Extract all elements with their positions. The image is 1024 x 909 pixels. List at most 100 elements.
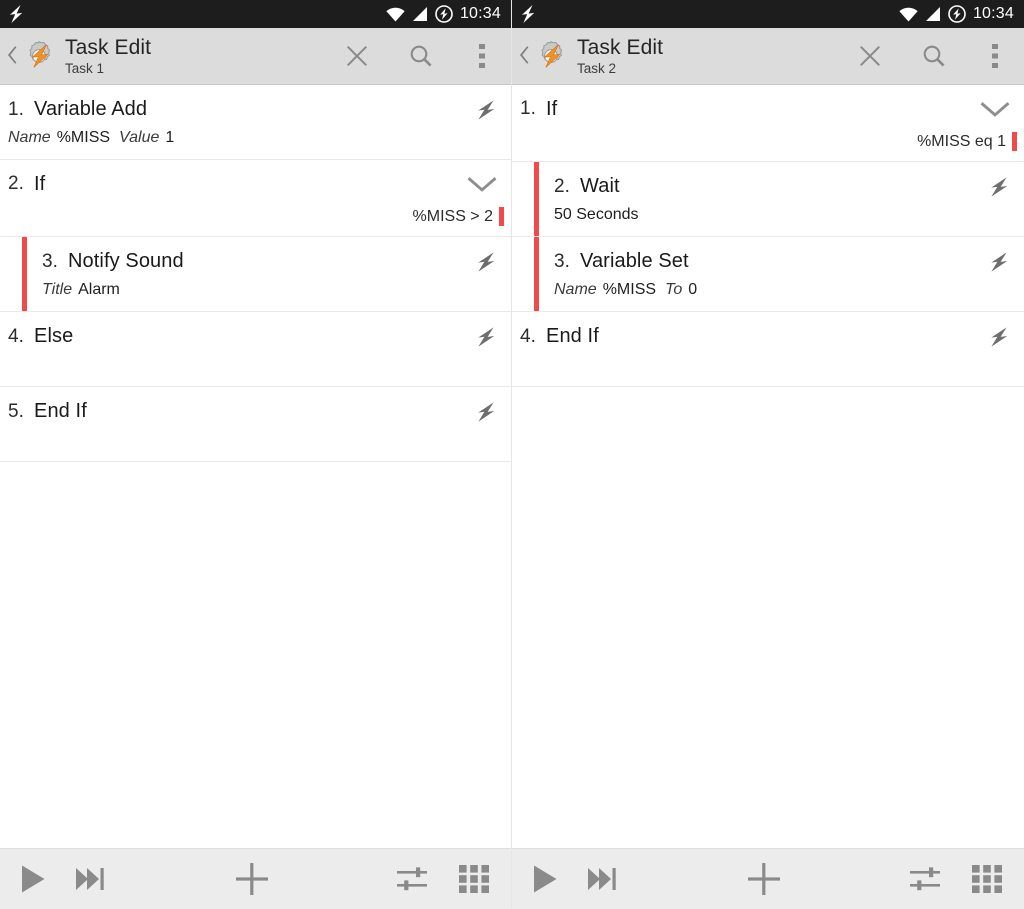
action-row-right-icon[interactable] <box>475 326 497 348</box>
page-subtitle: Task 1 <box>65 60 105 76</box>
action-row[interactable]: 4. Else <box>0 312 511 387</box>
action-row-right-icon[interactable] <box>475 99 497 121</box>
app-bar: Task Edit Task 1 <box>0 28 511 85</box>
app-bar-actions <box>325 28 511 85</box>
battery-charging-icon <box>948 5 966 23</box>
parameter-label: Name <box>8 128 51 146</box>
close-button[interactable] <box>325 28 389 85</box>
parameter-label: To <box>665 280 683 298</box>
indent-marker <box>534 237 539 311</box>
panel-left: 10:34 Task Edit Task 1 1. Variable Add Name %M… <box>0 0 512 909</box>
action-row[interactable]: 5. End If <box>0 387 511 462</box>
lightning-bolt-icon[interactable] <box>475 99 497 121</box>
step-task-button[interactable] <box>60 849 122 909</box>
action-parameters-empty <box>512 356 1024 376</box>
action-row[interactable]: 2. If %MISS > 2 <box>0 160 511 237</box>
action-name: End If <box>546 325 599 347</box>
skip-next-icon[interactable] <box>75 866 107 892</box>
action-row[interactable]: 1. Variable Add Name %MISS Value 1 <box>0 85 511 160</box>
parameter-label: Title <box>42 280 73 298</box>
step-task-button[interactable] <box>572 849 634 909</box>
lightning-bolt-icon[interactable] <box>988 251 1010 273</box>
app-bar: Task Edit Task 2 <box>512 28 1024 85</box>
status-bar-system-icons: 10:34 <box>899 5 1014 23</box>
action-row[interactable]: 1. If %MISS eq 1 <box>512 85 1024 162</box>
condition-indent-marker <box>1012 132 1017 151</box>
run-task-button[interactable] <box>518 849 572 909</box>
action-row-header: 2. If <box>0 171 511 197</box>
lightning-bolt-icon[interactable] <box>988 176 1010 198</box>
action-parameters-empty <box>0 431 511 451</box>
action-row-inner: 4. Else <box>0 312 511 386</box>
lightning-bolt-icon[interactable] <box>475 401 497 423</box>
play-icon[interactable] <box>19 864 47 894</box>
search-button[interactable] <box>389 28 453 85</box>
tasker-bolt-icon <box>8 5 24 23</box>
lightning-bolt-icon[interactable] <box>475 326 497 348</box>
status-bar-notifications <box>520 5 536 23</box>
action-row-right-icon[interactable] <box>988 251 1010 273</box>
action-row-header: 2. Wait <box>512 174 1024 200</box>
overflow-menu-icon <box>479 44 485 68</box>
empty-list-area <box>512 617 1024 848</box>
app-bar-titles: Task Edit Task 1 <box>65 36 151 77</box>
play-icon[interactable] <box>531 864 559 894</box>
chevron-down-icon[interactable] <box>467 175 497 193</box>
task-properties-button[interactable] <box>894 849 956 909</box>
chevron-down-icon[interactable] <box>980 100 1010 118</box>
sliders-icon[interactable] <box>396 865 428 893</box>
action-row-inner: 2. Wait 50 Seconds <box>512 162 1024 236</box>
action-row-right-icon[interactable] <box>475 251 497 273</box>
action-row-right-icon[interactable] <box>467 175 497 193</box>
action-condition: %MISS > 2 <box>0 207 511 226</box>
tasker-logo-icon <box>534 39 568 73</box>
skip-next-icon[interactable] <box>587 866 619 892</box>
action-parameters: Title Alarm <box>0 281 511 301</box>
plus-icon[interactable] <box>235 862 269 896</box>
action-row[interactable]: 3. Notify Sound Title Alarm <box>0 237 511 312</box>
grid-icon[interactable] <box>459 864 489 894</box>
action-row[interactable]: 2. Wait 50 Seconds <box>512 162 1024 237</box>
action-number: 5. <box>8 400 24 422</box>
add-action-button[interactable] <box>219 849 285 909</box>
status-bar-system-icons: 10:34 <box>386 5 501 23</box>
plus-icon[interactable] <box>747 862 781 896</box>
back-chevron-icon[interactable] <box>518 45 532 67</box>
overflow-menu-button[interactable] <box>966 28 1024 85</box>
action-row-right-icon[interactable] <box>475 401 497 423</box>
run-task-button[interactable] <box>6 849 60 909</box>
page-subtitle: Task 2 <box>577 60 617 76</box>
wifi-icon <box>899 6 918 22</box>
action-grid-button[interactable] <box>443 849 505 909</box>
page-title: Task Edit <box>65 35 152 59</box>
action-parameters: Name %MISS To 0 <box>512 281 1024 301</box>
action-number: 2. <box>8 173 24 194</box>
action-grid-button[interactable] <box>956 849 1018 909</box>
task-properties-button[interactable] <box>381 849 443 909</box>
action-row-header: 4. Else <box>0 324 511 350</box>
close-button[interactable] <box>838 28 902 85</box>
action-row-right-icon[interactable] <box>988 326 1010 348</box>
status-bar-clock: 10:34 <box>459 5 501 22</box>
indent-marker <box>534 162 539 236</box>
action-row[interactable]: 4. End If <box>512 312 1024 387</box>
bottom-toolbar <box>0 848 511 909</box>
action-number: 4. <box>520 325 536 347</box>
sliders-icon[interactable] <box>909 865 941 893</box>
lightning-bolt-icon[interactable] <box>475 251 497 273</box>
action-row[interactable]: 3. Variable Set Name %MISS To 0 <box>512 237 1024 312</box>
action-row-header: 1. If <box>512 96 1024 122</box>
add-action-button[interactable] <box>731 849 797 909</box>
action-number: 2. <box>554 175 570 197</box>
search-button[interactable] <box>902 28 966 85</box>
action-number: 4. <box>8 325 24 347</box>
grid-icon[interactable] <box>972 864 1002 894</box>
back-chevron-icon[interactable] <box>6 45 20 67</box>
tasker-logo-icon <box>22 39 56 73</box>
action-number: 1. <box>520 98 536 119</box>
overflow-menu-button[interactable] <box>453 28 511 85</box>
lightning-bolt-icon[interactable] <box>988 326 1010 348</box>
action-row-right-icon[interactable] <box>988 176 1010 198</box>
action-name: Wait <box>580 175 620 197</box>
action-row-right-icon[interactable] <box>980 100 1010 118</box>
